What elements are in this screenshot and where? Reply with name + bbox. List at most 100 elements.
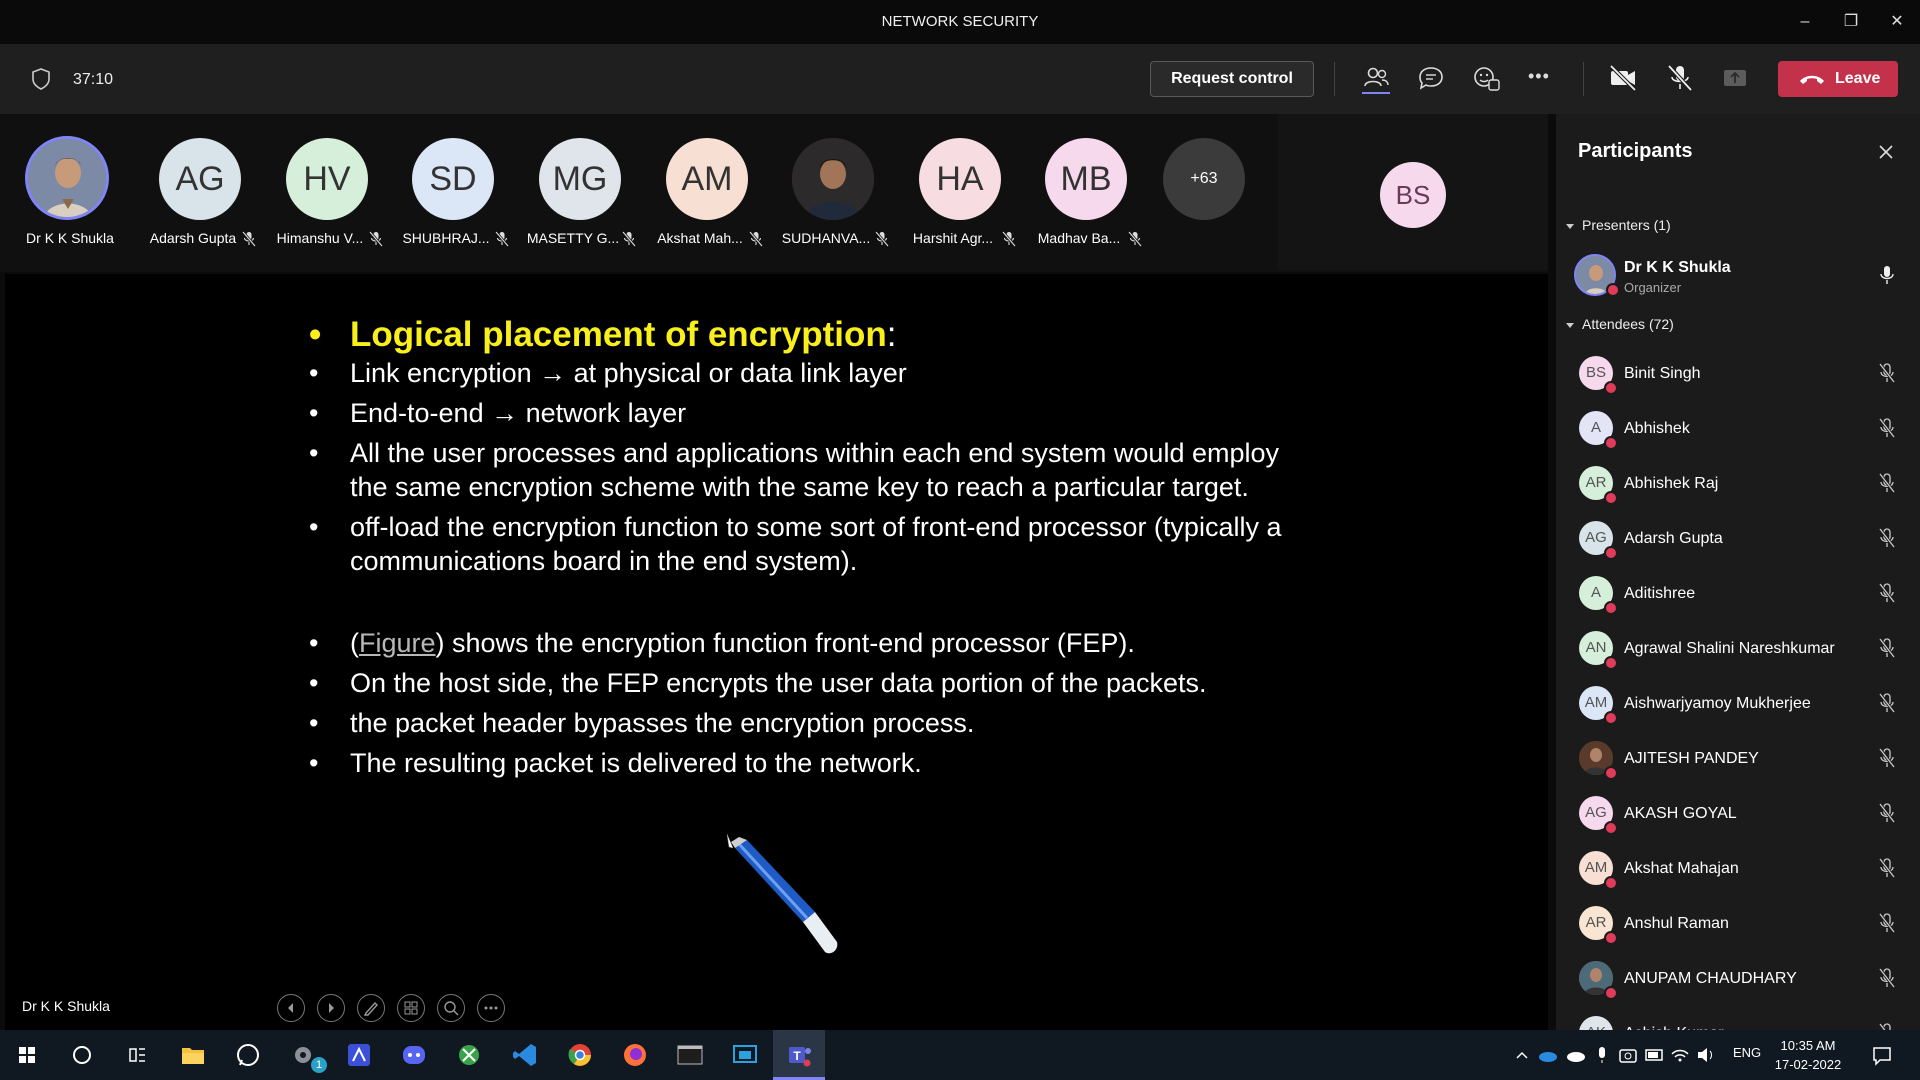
participant-name: Akshat Mah... (657, 230, 743, 246)
share-tray-icon[interactable] (1718, 61, 1752, 95)
volume-icon[interactable] (1690, 1039, 1722, 1071)
notifications-icon[interactable] (1866, 1039, 1898, 1071)
participant-tile[interactable]: AG Adarsh Gupta (140, 114, 260, 272)
language-indicator[interactable]: ENG (1733, 1045, 1761, 1060)
self-view-tile[interactable]: BS (1278, 114, 1548, 270)
close-icon[interactable] (1876, 142, 1896, 162)
mic-off-icon (1878, 693, 1896, 713)
more-participants-button[interactable]: +63 (1163, 138, 1245, 220)
presenter-row[interactable]: Dr K K Shukla Organizer (1556, 249, 1920, 304)
attendees-section-toggle[interactable]: Attendees (72) (1566, 316, 1674, 332)
slide-bullet: • (Figure) shows the encryption function… (305, 626, 1305, 660)
avatar: MG (539, 138, 621, 220)
restore-button[interactable]: ❐ (1836, 8, 1866, 36)
slide-grid-button[interactable] (397, 994, 425, 1022)
xbox-icon[interactable] (453, 1039, 485, 1071)
request-control-button[interactable]: Request control (1150, 61, 1314, 97)
attendee-row[interactable]: A Abhishek (1556, 402, 1920, 457)
chrome-icon[interactable] (564, 1039, 596, 1071)
participant-tile[interactable]: MG MASETTY G... (520, 114, 640, 272)
file-explorer-icon[interactable] (177, 1039, 209, 1071)
figure-text: ) shows the encryption function front-en… (435, 628, 1135, 658)
attendee-name: AJITESH PANDEY (1624, 750, 1759, 767)
camera-off-icon[interactable] (1606, 61, 1640, 95)
search-icon[interactable] (66, 1039, 98, 1071)
more-options-button[interactable]: ••• (1528, 66, 1550, 87)
status-badge (1604, 766, 1618, 780)
attendee-row[interactable]: AM Akshat Mahajan (1556, 842, 1920, 897)
reactions-icon[interactable] (1469, 61, 1503, 95)
attendee-row[interactable]: AM Aishwarjyamoy Mukherjee (1556, 677, 1920, 732)
mic-off-icon (1878, 583, 1896, 603)
participant-tile[interactable]: SUDHANVA... (773, 114, 893, 272)
attendee-row[interactable]: AN Agrawal Shalini Nareshkumar (1556, 622, 1920, 677)
zoom-button[interactable] (437, 994, 465, 1022)
status-badge (1604, 546, 1618, 560)
slide-bullet: • the packet header bypasses the encrypti… (305, 706, 1305, 740)
status-badge (1604, 986, 1618, 1000)
bullet: • (309, 358, 319, 388)
clock[interactable]: 10:35 AM 17-02-2022 (1758, 1036, 1858, 1074)
mic-off-icon[interactable] (1663, 61, 1697, 95)
pen-icon (363, 1001, 378, 1016)
video-strip: Dr K K Shukla AG Adarsh Gupta HV Himanshu V… (0, 114, 1548, 272)
minimize-button[interactable]: – (1790, 8, 1820, 36)
figure-link[interactable]: Figure (359, 628, 436, 658)
attendee-row[interactable]: AR Anshul Raman (1556, 897, 1920, 952)
participant-name: SUDHANVA... (781, 230, 871, 246)
bullet-text: On the host side, the FEP encrypts the u… (350, 668, 1207, 698)
pen-tool-button[interactable] (357, 994, 385, 1022)
avatar: AG (159, 138, 241, 220)
status-badge (1604, 711, 1618, 725)
windows-start-icon[interactable] (11, 1039, 43, 1071)
status-badge (1604, 491, 1618, 505)
attendee-row[interactable]: A Aditishree (1556, 567, 1920, 622)
participant-tile[interactable]: AM Akshat Mah... (647, 114, 767, 272)
attendee-row[interactable]: AG Adarsh Gupta (1556, 512, 1920, 567)
participant-tile[interactable]: HV Himanshu V... (267, 114, 387, 272)
next-slide-button[interactable] (317, 994, 345, 1022)
attendee-row[interactable]: AR Abhishek Raj (1556, 457, 1920, 512)
attendee-row[interactable]: AJITESH PANDEY (1556, 732, 1920, 787)
mic-off-icon (369, 231, 383, 247)
attendee-row[interactable]: ANUPAM CHAUDHARY (1556, 952, 1920, 1007)
mic-off-icon (1878, 803, 1896, 823)
participant-tile[interactable]: HA Harshit Agr... (900, 114, 1020, 272)
chat-icon[interactable] (1414, 61, 1448, 95)
firefox-icon[interactable] (619, 1039, 651, 1071)
leave-button[interactable]: Leave (1778, 61, 1898, 97)
caret-down-icon (1566, 322, 1574, 328)
bullet: • (309, 748, 319, 778)
attendee-row[interactable]: BS Binit Singh (1556, 347, 1920, 402)
people-icon[interactable] (1359, 61, 1393, 95)
terminal-icon[interactable] (674, 1039, 706, 1071)
teams-taskbar-button[interactable]: T (773, 1030, 825, 1080)
mic-off-icon (495, 231, 509, 247)
mic-off-icon (875, 231, 889, 247)
slide-more-button[interactable] (477, 994, 505, 1022)
whatsapp-icon[interactable] (232, 1039, 264, 1071)
speaker-name: Dr K K Shukla (22, 998, 110, 1014)
clock-time: 10:35 AM (1780, 1038, 1836, 1053)
task-view-icon[interactable] (121, 1039, 153, 1071)
attendee-row[interactable]: AG AKASH GOYAL (1556, 787, 1920, 842)
avatar: AM (666, 138, 748, 220)
mic-off-icon (242, 231, 256, 247)
attendee-row[interactable]: AKAshish Kumar (1556, 1007, 1920, 1030)
participant-tile[interactable]: Dr K K Shukla (10, 114, 130, 272)
attendee-name: ANUPAM CHAUDHARY (1624, 970, 1797, 987)
bullet: • (309, 708, 319, 738)
participant-tile[interactable]: SD SHUBHRAJ... (393, 114, 513, 272)
avatar: HV (286, 138, 368, 220)
remote-desktop-icon[interactable] (729, 1039, 761, 1071)
participant-tile[interactable]: MB Madhav Ba... (1026, 114, 1146, 272)
vscode-icon[interactable] (509, 1039, 541, 1071)
attendee-name: Aditishree (1624, 585, 1696, 602)
mic-off-icon (1878, 968, 1896, 988)
close-window-button[interactable]: ✕ (1882, 8, 1912, 36)
presenters-section-toggle[interactable]: Presenters (1) (1566, 217, 1671, 233)
participant-name: Dr K K Shukla (26, 230, 114, 246)
math-app-icon[interactable] (343, 1039, 375, 1071)
discord-icon[interactable] (398, 1039, 430, 1071)
previous-slide-button[interactable] (277, 994, 305, 1022)
